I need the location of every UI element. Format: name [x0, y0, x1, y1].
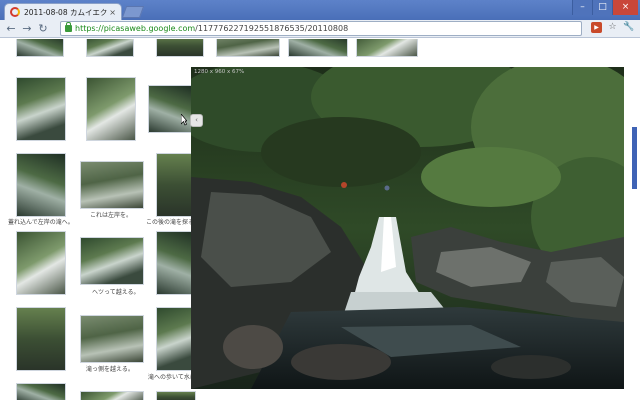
photo-thumbnail[interactable] — [16, 383, 66, 400]
photo-caption: 蓋れ込んで左岸の滝へ。 — [8, 219, 74, 226]
photo-caption: 滝への歩いて水に — [148, 374, 196, 381]
photo-thumbnail[interactable] — [16, 39, 64, 57]
tab-title: 2011-08-08 カムイエクウ — [24, 7, 108, 17]
close-window-button[interactable]: × — [612, 0, 638, 15]
photo-thumbnail[interactable] — [80, 161, 144, 209]
url-host: picasaweb.google.com — [103, 24, 196, 33]
address-bar[interactable]: https://picasaweb.google.com/11777622719… — [60, 21, 582, 36]
photo-thumbnail[interactable] — [16, 307, 66, 371]
photo-thumbnail[interactable] — [156, 39, 204, 57]
photo-caption: 滝っ側を越える。 — [86, 366, 134, 373]
window-controls: – □ × — [572, 0, 638, 15]
photo-thumbnail[interactable] — [86, 39, 134, 57]
extension-icons: ▶ ☆ 🔧 — [591, 22, 634, 33]
back-button[interactable]: ← — [4, 22, 18, 36]
photo-caption: ヘツって越える。 — [92, 289, 140, 296]
lock-icon — [65, 22, 72, 32]
photo-viewer[interactable]: 1280 x 960 x 67% — [191, 67, 624, 389]
photo-thumbnail[interactable] — [16, 153, 66, 217]
extension-icon[interactable]: ▶ — [591, 22, 602, 33]
image-size-info: 1280 x 960 x 67% — [194, 69, 245, 75]
photo-thumbnail[interactable] — [80, 237, 144, 285]
minimize-button[interactable]: – — [572, 0, 592, 15]
reload-button[interactable]: ↻ — [36, 22, 50, 36]
waterfall-photo — [191, 67, 624, 389]
photo-thumbnail[interactable] — [80, 315, 144, 363]
photo-thumbnail[interactable] — [356, 39, 418, 57]
photo-thumbnail[interactable] — [156, 307, 196, 371]
scroll-position-marker[interactable] — [632, 127, 637, 189]
photo-caption: これは左岸を。 — [90, 212, 133, 219]
browser-tab[interactable]: 2011-08-08 カムイエクウ × — [4, 3, 122, 20]
browser-toolbar: ← → ↻ https://picasaweb.google.com/11777… — [0, 20, 640, 38]
photo-thumbnail[interactable] — [156, 153, 196, 217]
url-scheme: https:// — [75, 24, 104, 33]
photo-thumbnail[interactable] — [156, 391, 196, 400]
wrench-icon[interactable]: 🔧 — [623, 22, 634, 33]
photo-thumbnail[interactable] — [216, 39, 280, 57]
photo-caption: この後の滝を探る — [146, 219, 195, 226]
photo-thumbnail[interactable] — [16, 231, 66, 295]
photo-thumbnail[interactable] — [156, 231, 196, 295]
tab-close-icon[interactable]: × — [109, 8, 116, 17]
photo-thumbnail[interactable] — [288, 39, 348, 57]
tab-strip: 2011-08-08 カムイエクウ × – □ × — [0, 0, 640, 20]
url-text: https://picasaweb.google.com/11777622719… — [75, 24, 348, 33]
picasa-favicon-icon — [10, 7, 20, 17]
mouse-cursor-icon — [181, 114, 187, 126]
forward-button[interactable]: → — [20, 22, 34, 36]
url-path: /117776227192551876535/20110808 — [195, 24, 349, 33]
photo-thumbnail[interactable] — [80, 391, 144, 400]
maximize-button[interactable]: □ — [592, 0, 612, 15]
bookmark-star-icon[interactable]: ☆ — [607, 22, 618, 33]
photo-thumbnail[interactable] — [16, 77, 66, 141]
photo-thumbnail[interactable] — [86, 77, 136, 141]
new-tab-button[interactable] — [121, 6, 145, 18]
viewer-nav-button[interactable]: ‹ — [190, 114, 203, 127]
